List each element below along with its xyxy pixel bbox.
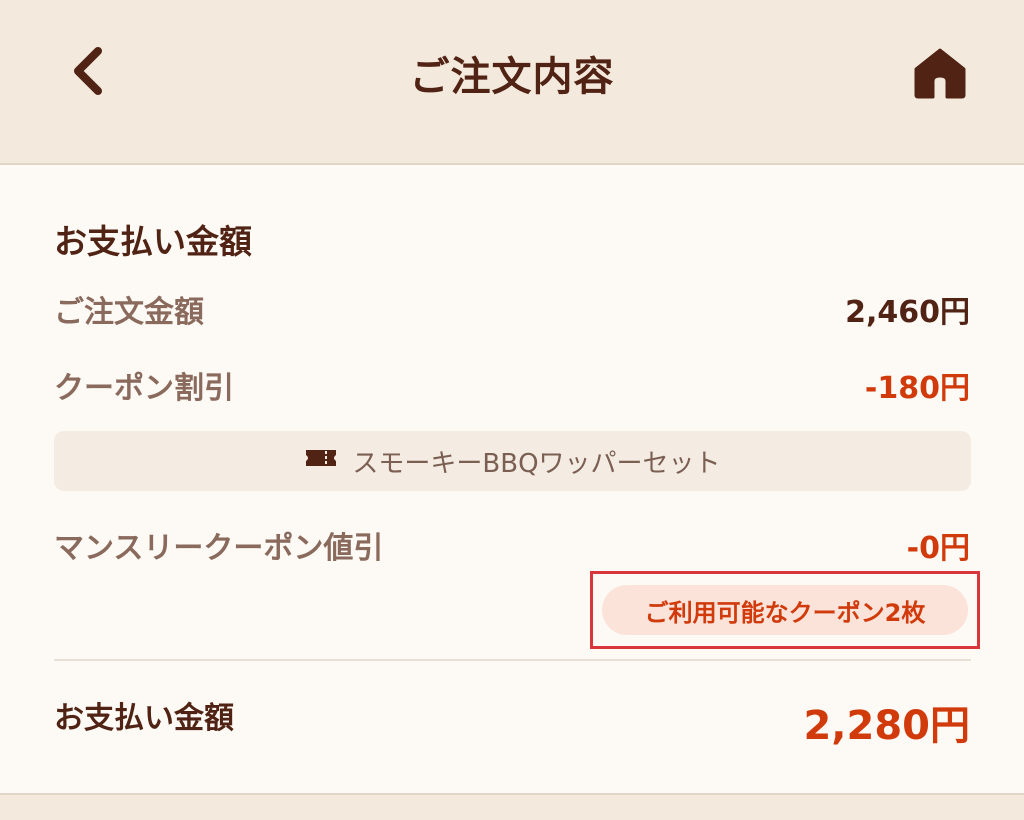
order-amount-label: ご注文金額	[54, 295, 204, 330]
order-amount-value: 2,460円	[845, 295, 970, 330]
app-header: ご注文内容	[0, 0, 1024, 165]
section-title: お支払い金額	[54, 222, 252, 261]
home-icon	[913, 47, 967, 103]
total-label: お支払い金額	[54, 701, 234, 736]
available-coupons-highlight: ご利用可能なクーポン2枚	[590, 571, 980, 649]
divider	[54, 659, 971, 661]
monthly-coupon-value: -0円	[906, 531, 970, 566]
available-coupons-button[interactable]: ご利用可能なクーポン2枚	[602, 585, 968, 635]
page-title: ご注文内容	[409, 54, 615, 100]
applied-coupon: スモーキーBBQワッパーセット	[54, 431, 971, 491]
payment-summary-card: お支払い金額 ご注文金額 2,460円 クーポン割引 -180円 スモーキーBB…	[0, 165, 1024, 795]
applied-coupon-name: スモーキーBBQワッパーセット	[352, 448, 721, 479]
home-button[interactable]	[910, 45, 970, 105]
ticket-icon	[304, 446, 338, 476]
coupon-discount-value: -180円	[864, 371, 970, 406]
total-value: 2,280円	[803, 703, 970, 749]
coupon-discount-label: クーポン割引	[54, 371, 234, 406]
monthly-coupon-label: マンスリークーポン値引	[54, 531, 384, 566]
